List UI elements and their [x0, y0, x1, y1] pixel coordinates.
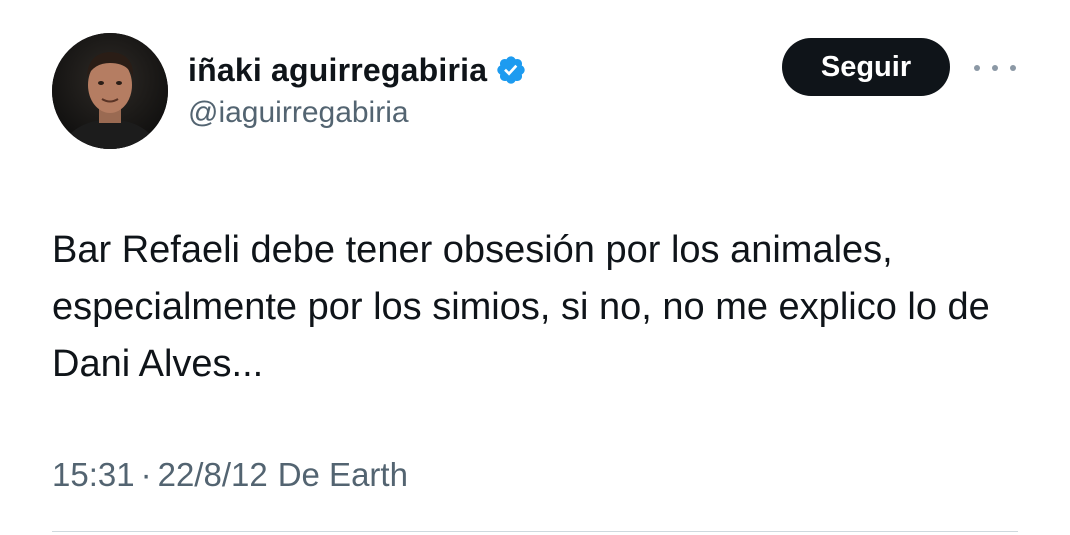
dot [992, 65, 998, 71]
tweet-time[interactable]: 15:31 [52, 456, 135, 494]
tweet-source: De Earth [277, 456, 408, 493]
dot [1010, 65, 1016, 71]
author-name-row: iñaki aguirregabiria [188, 48, 527, 92]
ellipsis-icon[interactable] [974, 58, 1016, 78]
verified-badge-icon [495, 54, 527, 86]
divider [52, 531, 1018, 532]
user-handle[interactable]: @iaguirregabiria [188, 96, 409, 130]
tweet-meta: 15:31 · 22/8/12 De Earth [52, 456, 408, 494]
tweet-text: Bar Refaeli debe tener obsesión por los … [52, 229, 990, 385]
dot [974, 65, 980, 71]
tweet-card: iñaki aguirregabiria @iaguirregabiria Se… [0, 0, 1070, 535]
follow-button[interactable]: Seguir [782, 38, 950, 96]
display-name[interactable]: iñaki aguirregabiria [188, 52, 487, 89]
avatar[interactable] [52, 33, 168, 149]
meta-separator: · [140, 456, 152, 493]
tweet-date[interactable]: 22/8/12 [158, 456, 268, 494]
